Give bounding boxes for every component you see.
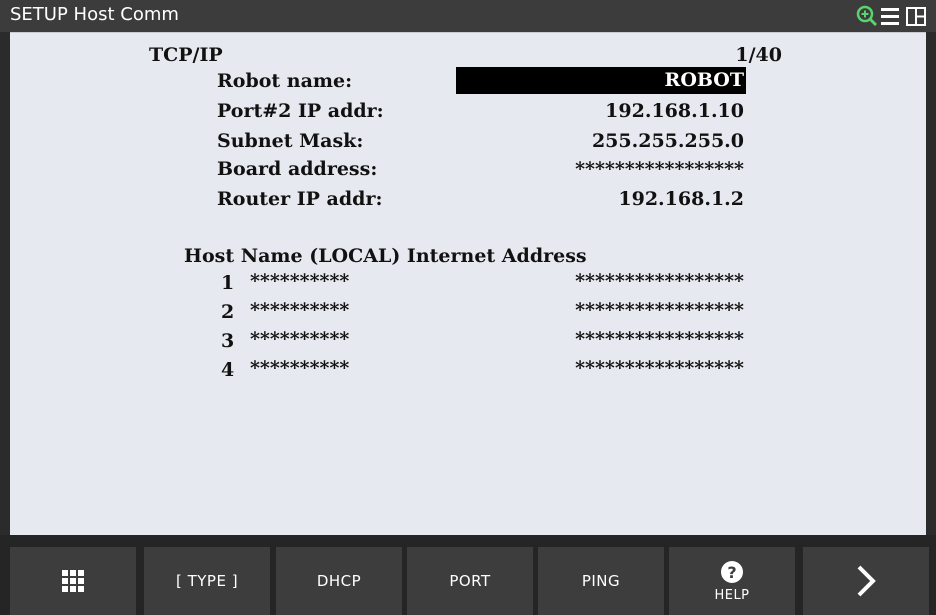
- router-ip-value[interactable]: 192.168.1.2: [456, 187, 744, 211]
- hosts-header: Host Name (LOCAL) Internet Address: [184, 245, 587, 267]
- robot-name-label: Robot name:: [217, 70, 353, 92]
- grid-menu-icon: [62, 570, 84, 592]
- ping-button[interactable]: PING: [538, 547, 664, 615]
- next-page-button[interactable]: [803, 547, 929, 615]
- type-button[interactable]: [ TYPE ]: [144, 547, 270, 615]
- host-address[interactable]: *****************: [456, 327, 744, 351]
- host-address[interactable]: *****************: [456, 298, 744, 322]
- board-address-value[interactable]: *****************: [456, 157, 744, 181]
- help-icon: ?: [721, 560, 743, 583]
- subnet-mask-label: Subnet Mask:: [217, 130, 364, 152]
- help-button[interactable]: ? HELP: [669, 547, 795, 615]
- menu-icon[interactable]: [880, 5, 900, 31]
- setup-screen: TCP/IP 1/40 Robot name: ROBOT Port#2 IP …: [10, 32, 926, 536]
- page-indicator: 1/40: [735, 44, 782, 66]
- host-address[interactable]: *****************: [456, 269, 744, 293]
- chevron-right-icon: [857, 565, 876, 597]
- host-number: 4: [221, 359, 235, 381]
- subnet-mask-value[interactable]: 255.255.255.0: [456, 129, 744, 153]
- router-ip-label: Router IP addr:: [217, 188, 383, 210]
- help-button-label: HELP: [714, 587, 750, 603]
- host-name[interactable]: **********: [250, 298, 349, 322]
- title-bar: SETUP Host Comm: [0, 0, 936, 32]
- host-number: 3: [221, 330, 235, 352]
- port2-ip-value[interactable]: 192.168.1.10: [456, 99, 744, 123]
- robot-name-value: ROBOT: [664, 69, 744, 91]
- section-title: TCP/IP: [149, 44, 223, 66]
- port2-ip-label: Port#2 IP addr:: [217, 100, 384, 122]
- host-number: 1: [221, 272, 235, 294]
- softkey-bar: [ TYPE ] DHCP PORT PING ? HELP: [0, 535, 936, 615]
- svg-text:?: ?: [727, 563, 736, 582]
- zoom-in-icon[interactable]: [856, 5, 878, 31]
- type-button-label: [ TYPE ]: [175, 572, 239, 590]
- port-button-label: PORT: [449, 572, 491, 590]
- board-address-label: Board address:: [217, 158, 378, 180]
- host-number: 2: [221, 301, 235, 323]
- robot-name-field[interactable]: ROBOT: [456, 67, 746, 94]
- dhcp-button-label: DHCP: [316, 572, 362, 590]
- host-name[interactable]: **********: [250, 269, 349, 293]
- port-button[interactable]: PORT: [407, 547, 533, 615]
- ping-button-label: PING: [581, 572, 621, 590]
- grid-menu-button[interactable]: [10, 547, 136, 615]
- host-address[interactable]: *****************: [456, 356, 744, 380]
- host-name[interactable]: **********: [250, 327, 349, 351]
- dhcp-button[interactable]: DHCP: [276, 547, 402, 615]
- window-title: SETUP Host Comm: [10, 4, 179, 25]
- host-name[interactable]: **********: [250, 356, 349, 380]
- layout-icon[interactable]: [905, 5, 927, 31]
